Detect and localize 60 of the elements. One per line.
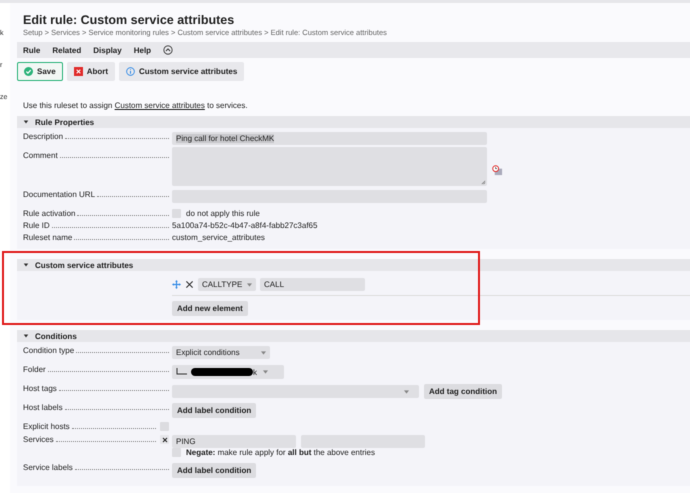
field-label: Documentation URL (23, 190, 96, 199)
checkbox-label: do not apply this rule (186, 209, 260, 218)
move-icon[interactable] (172, 280, 181, 289)
attribute-dropdown[interactable]: CALLTYPE (198, 278, 256, 291)
toolbar-button[interactable]: Save (17, 62, 63, 81)
resize-grip-icon[interactable] (481, 180, 486, 185)
section-header[interactable]: Rule Properties (17, 116, 690, 128)
field-label: Explicit hosts (23, 422, 70, 431)
field-label: Folder (23, 365, 46, 374)
ruleset-link[interactable]: Custom service attributes (114, 101, 205, 110)
input-field[interactable]: PING (172, 435, 296, 448)
field-label: Host tags (23, 384, 57, 393)
checkbox[interactable] (172, 448, 181, 457)
redaction-mark (191, 368, 253, 376)
field-label: Comment (23, 151, 58, 160)
field-label: Service labels (23, 463, 73, 472)
field-value: 5a100a74-b52c-4b47-a8f4-fabb27c3af65 (172, 221, 318, 230)
section-header[interactable]: Conditions (17, 330, 690, 342)
checkbox-label: Negate: make rule apply for all but the above entries (186, 448, 375, 457)
checkbox[interactable] (160, 422, 169, 431)
collapse-icon[interactable] (163, 45, 174, 55)
add-label-button[interactable]: Add label condition (172, 403, 256, 418)
toolbar-button[interactable]: Custom service attributes (119, 62, 244, 81)
toolbar-button[interactable]: Abort (66, 62, 116, 81)
add-label-button[interactable]: Add label condition (172, 463, 256, 478)
add-tag-button[interactable]: Add tag condition (424, 384, 502, 399)
field-label: Ruleset name (23, 233, 72, 242)
input-field[interactable]: CALL (260, 278, 365, 291)
intro-text: Use this ruleset to assign Custom service attributes to services. (23, 101, 249, 110)
field-label: Condition type (23, 346, 74, 355)
cross-icon (74, 67, 83, 76)
checkbox[interactable] (160, 435, 169, 444)
caret-icon (263, 370, 268, 374)
delete-icon[interactable] (185, 280, 194, 289)
checkbox[interactable] (172, 209, 181, 218)
caret-icon (247, 282, 252, 286)
page-title: Edit rule: Custom service attributes (23, 13, 236, 27)
menu-item[interactable]: Related (52, 46, 82, 54)
timestamp-icon[interactable] (492, 165, 503, 176)
input-field[interactable]: Ping call for hotel CheckMK (172, 132, 487, 145)
tree-branch-icon (176, 368, 188, 376)
field-label: Services (23, 435, 54, 444)
field-label: Rule activation (23, 209, 76, 218)
comment-field[interactable] (172, 147, 487, 186)
host-tags-dropdown[interactable] (172, 385, 419, 398)
field-label: Host labels (23, 403, 63, 412)
condition-type-dropdown[interactable]: Explicit conditions (172, 346, 270, 359)
field-value: custom_service_attributes (172, 233, 265, 242)
section-header[interactable]: Custom service attributes (17, 259, 690, 271)
add-element-button[interactable]: Add new element (172, 301, 248, 316)
field-label: Rule ID (23, 221, 50, 230)
folder-dropdown[interactable]: k (172, 365, 284, 379)
menu-item[interactable]: Rule (23, 46, 40, 54)
field-label: Description (23, 132, 64, 141)
caret-icon (261, 350, 266, 354)
checkmark-icon (24, 67, 33, 76)
info-icon (126, 67, 136, 76)
menu-item[interactable]: Display (93, 46, 122, 54)
caret-icon (404, 390, 409, 394)
menu-item[interactable]: Help (134, 46, 152, 54)
